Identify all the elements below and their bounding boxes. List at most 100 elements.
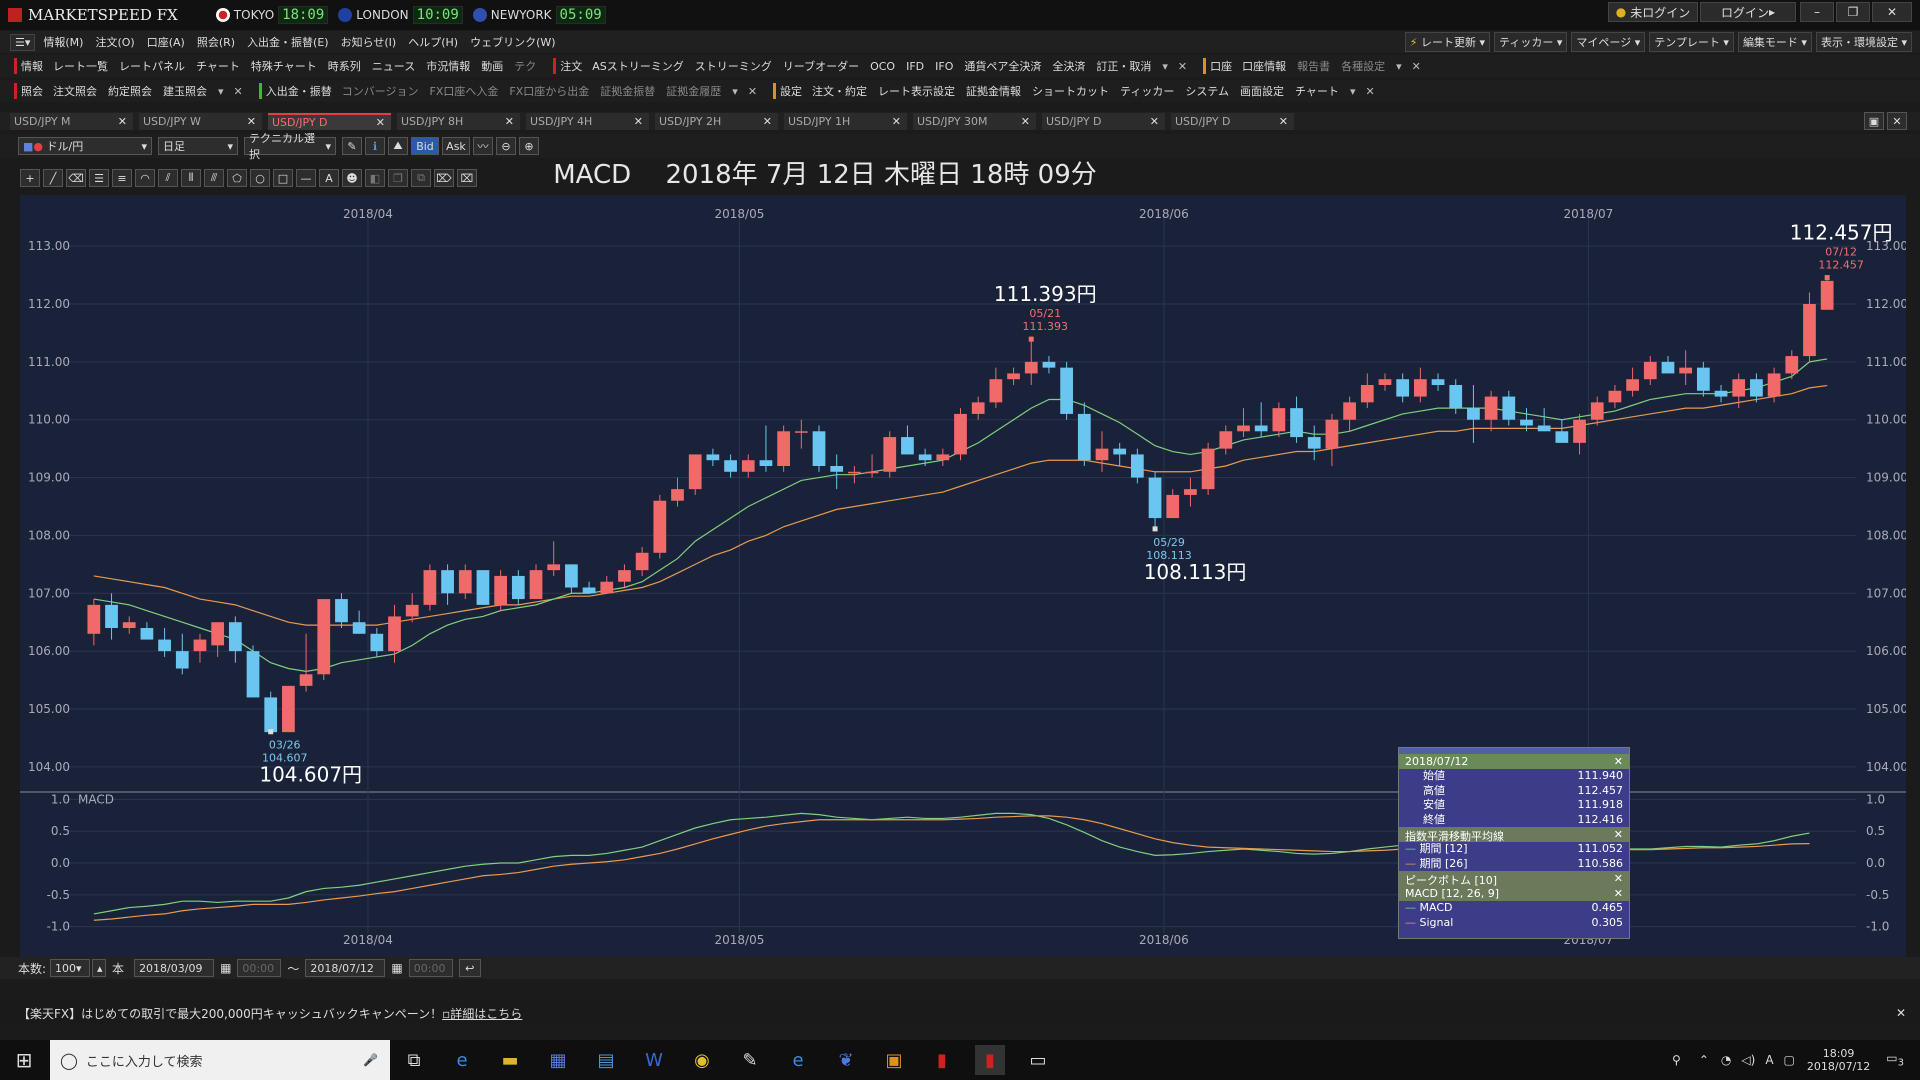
login-button[interactable]: ログイン ▸: [1700, 2, 1796, 22]
keyboard-icon[interactable]: ▢: [1784, 1053, 1795, 1067]
rate-update-button[interactable]: ⚡ レート更新 ▾: [1404, 32, 1491, 52]
menu-info[interactable]: 情報(M): [43, 34, 83, 50]
minimize-button[interactable]: –: [1800, 2, 1834, 22]
menu-help[interactable]: ヘルプ(H): [408, 34, 458, 50]
tool-various-settings[interactable]: 各種設定: [1341, 58, 1385, 74]
tool-rate-display[interactable]: レート表示設定: [878, 83, 955, 99]
close-icon[interactable]: ✕: [505, 115, 514, 128]
calendar-icon[interactable]: ▦: [220, 961, 231, 975]
dropdown-icon[interactable]: ▾: [1350, 85, 1356, 98]
tool-account-info[interactable]: 口座情報: [1242, 58, 1286, 74]
chrome-icon[interactable]: ◉: [687, 1045, 717, 1075]
tab-usdjpy-d2[interactable]: USD/JPY D ✕: [1042, 112, 1165, 130]
tab-usdjpy-d3[interactable]: USD/JPY D ✕: [1171, 112, 1294, 130]
close-icon[interactable]: ✕: [1279, 115, 1288, 128]
tool-streaming[interactable]: ストリーミング: [695, 58, 772, 74]
close-icon[interactable]: ✕: [1614, 828, 1623, 841]
ime-indicator[interactable]: A: [1765, 1053, 1773, 1067]
tool-ifo[interactable]: IFO: [935, 60, 953, 73]
tab-usdjpy-1h[interactable]: USD/JPY 1H ✕: [784, 112, 907, 130]
tool-position-inquiry[interactable]: 建玉照会: [163, 83, 207, 99]
tool-rate-panel[interactable]: レートパネル: [119, 58, 185, 74]
to-date-field[interactable]: 2018/07/12: [305, 959, 386, 977]
menu-notice[interactable]: お知らせ(I): [341, 34, 397, 50]
zoom-out-icon[interactable]: ⊖: [496, 137, 516, 155]
close-icon[interactable]: ✕: [892, 115, 901, 128]
network-icon[interactable]: ◔: [1721, 1053, 1731, 1067]
tool-withdraw[interactable]: FX口座から出金: [509, 83, 589, 99]
display-settings-button[interactable]: 表示・環境設定 ▾: [1815, 32, 1912, 52]
paint-icon[interactable]: ✎: [735, 1045, 765, 1075]
edge-icon[interactable]: e: [783, 1045, 813, 1075]
tool-system[interactable]: システム: [1185, 83, 1229, 99]
close-icon[interactable]: ✕: [234, 85, 243, 98]
count-select[interactable]: 100 ▾: [50, 959, 91, 977]
close-icon[interactable]: ✕: [1178, 60, 1187, 73]
tab-usdjpy-8h[interactable]: USD/JPY 8H ✕: [397, 112, 520, 130]
marketspeed-fx-icon[interactable]: ▮: [975, 1045, 1005, 1075]
edit-mode-button[interactable]: 編集モード ▾: [1737, 32, 1812, 52]
tool-modify-cancel[interactable]: 訂正・取消: [1096, 58, 1151, 74]
tool-screen-settings[interactable]: 画面設定: [1240, 83, 1284, 99]
volume-icon[interactable]: ◁): [1741, 1053, 1755, 1067]
tool-market-info[interactable]: 市況情報: [426, 58, 470, 74]
pair-select[interactable]: ■● ドル/円 ▾: [18, 137, 152, 155]
tool-tech[interactable]: テク: [514, 58, 536, 74]
tool-shortcut[interactable]: ショートカット: [1032, 83, 1109, 99]
tool-chart[interactable]: チャート: [196, 58, 240, 74]
taskbar-clock[interactable]: 18:09 2018/07/12: [1807, 1047, 1870, 1073]
close-icon[interactable]: ✕: [1150, 115, 1159, 128]
banner-link[interactable]: ▫詳細はこちら: [442, 1005, 522, 1022]
calendar-app-icon[interactable]: ▦: [543, 1045, 573, 1075]
taskbar-search[interactable]: ◯ ここに入力して検索 🎤: [50, 1040, 390, 1080]
close-icon[interactable]: ✕: [1021, 115, 1030, 128]
ticker-button[interactable]: ティッカー ▾: [1494, 32, 1568, 52]
calendar-icon[interactable]: ▦: [391, 961, 402, 975]
app-icon[interactable]: ▤: [591, 1045, 621, 1075]
bid-button[interactable]: Bid: [411, 137, 439, 155]
menu-weblink[interactable]: ウェブリンク(W): [470, 34, 555, 50]
chart-area[interactable]: 113.00 113.00 112.00 112.00 111.00 111.00 110.…: [20, 195, 1906, 957]
ask-button[interactable]: Ask: [442, 137, 470, 155]
tool-leave-order[interactable]: リーブオーダー: [783, 58, 859, 74]
pen-icon[interactable]: ✎: [342, 137, 362, 155]
tool-ticker[interactable]: ティッカー: [1120, 83, 1174, 99]
ie-icon[interactable]: e: [447, 1045, 477, 1075]
dropdown-icon[interactable]: ▾: [1396, 60, 1402, 73]
tab-usdjpy-d[interactable]: USD/JPY D ✕: [268, 112, 391, 130]
tool-chart-settings[interactable]: チャート: [1295, 83, 1339, 99]
dropdown-icon[interactable]: ▾: [218, 85, 224, 98]
app-orange-icon[interactable]: ▣: [879, 1045, 909, 1075]
from-date-field[interactable]: 2018/03/09: [134, 959, 215, 977]
menu-transfer[interactable]: 入出金・振替(E): [247, 34, 329, 50]
tool-as-streaming[interactable]: ASストリーミング: [592, 58, 684, 74]
technical-select[interactable]: テクニカル選択 ▾: [244, 132, 336, 161]
close-icon[interactable]: ✕: [118, 115, 127, 128]
tool-oco[interactable]: OCO: [870, 60, 895, 73]
maximize-chart-icon[interactable]: ▣: [1864, 112, 1884, 130]
menu-inquiry[interactable]: 照会(R): [197, 34, 235, 50]
close-chart-icon[interactable]: ✕: [1887, 112, 1907, 130]
tool-pair-settle[interactable]: 通貨ペア全決済: [964, 58, 1041, 74]
close-icon[interactable]: ✕: [1614, 755, 1623, 768]
close-icon[interactable]: ✕: [376, 116, 385, 129]
close-icon[interactable]: ✕: [1614, 872, 1623, 885]
marketspeed-icon[interactable]: ▮: [927, 1045, 957, 1075]
tab-usdjpy-4h[interactable]: USD/JPY 4H ✕: [526, 112, 649, 130]
refresh-icon[interactable]: ↩: [458, 959, 481, 977]
tool-ifd[interactable]: IFD: [906, 60, 924, 73]
close-icon[interactable]: ✕: [634, 115, 643, 128]
close-icon[interactable]: ✕: [748, 85, 757, 98]
people-icon[interactable]: ⚲: [1672, 1053, 1681, 1067]
tool-margin-info[interactable]: 証拠金情報: [966, 83, 1021, 99]
tool-order-execution[interactable]: 注文・約定: [812, 83, 867, 99]
tool-timeseries[interactable]: 時系列: [328, 58, 361, 74]
tab-usdjpy-m[interactable]: USD/JPY M ✕: [10, 112, 133, 130]
close-icon[interactable]: ✕: [763, 115, 772, 128]
hamburger-icon[interactable]: ☰▾: [10, 33, 36, 51]
file-explorer-icon[interactable]: ▬: [495, 1045, 525, 1075]
info-icon[interactable]: ℹ: [365, 137, 385, 155]
windows-start-icon[interactable]: ⊞: [9, 1045, 39, 1075]
menu-account[interactable]: 口座(A): [147, 34, 185, 50]
close-button[interactable]: ✕: [1872, 2, 1912, 22]
